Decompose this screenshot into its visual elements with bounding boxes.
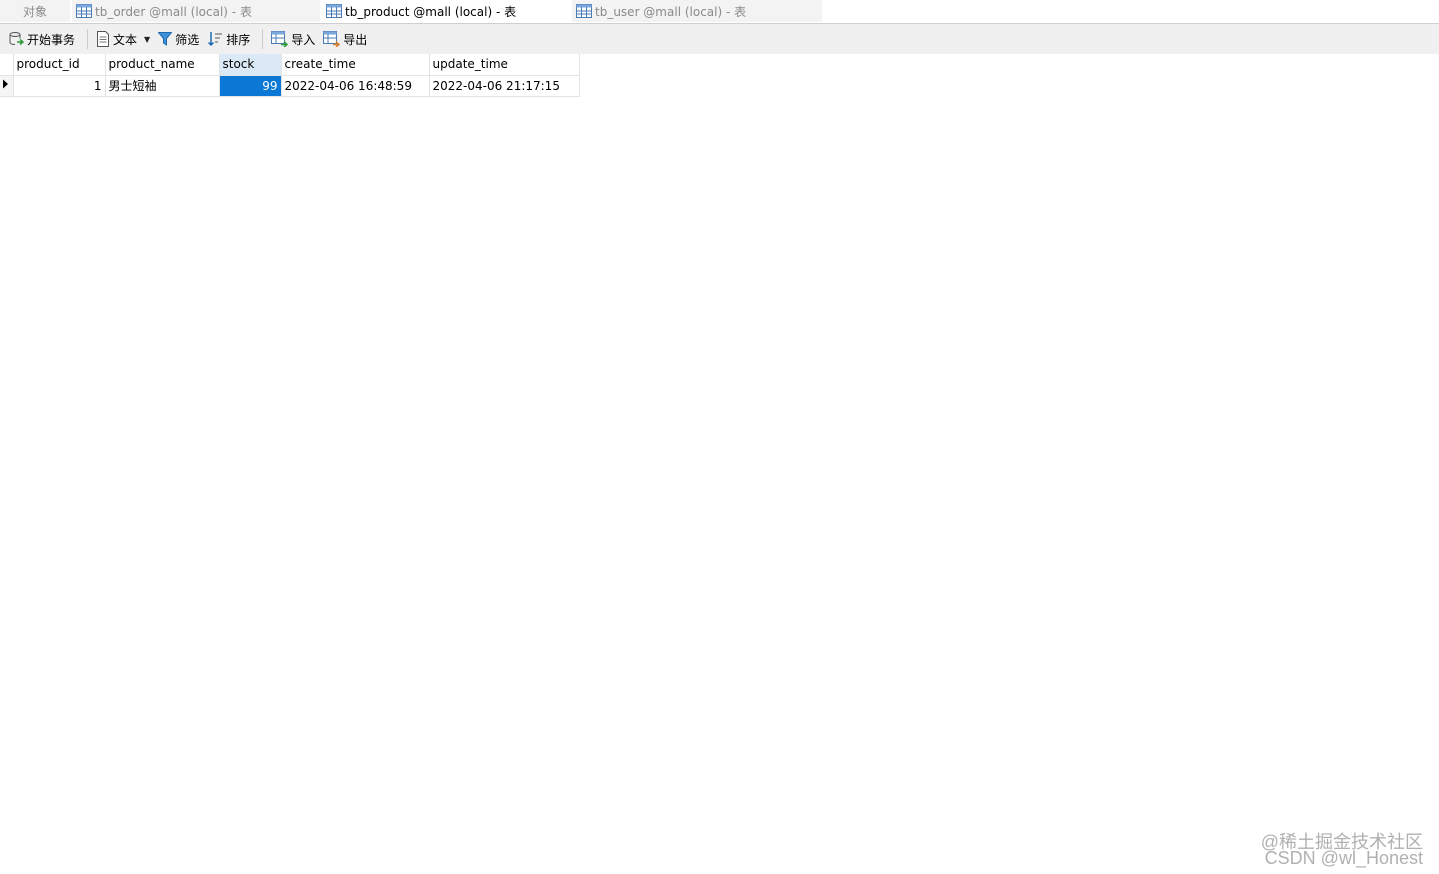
text-label: 文本 (113, 32, 138, 47)
cell-update-time[interactable]: 2022-04-06 21:17:15 (429, 75, 580, 97)
begin-transaction-button[interactable]: 开始事务 (5, 27, 78, 51)
cell-product-id[interactable]: 1 (13, 75, 106, 97)
column-header-product-id[interactable]: product_id (13, 54, 106, 76)
data-grid: product_id product_name stock create_tim… (0, 54, 580, 97)
tab-tb-product[interactable]: tb_product @mall (local) - 表 (322, 0, 570, 22)
column-header-update-time[interactable]: update_time (429, 54, 580, 76)
tab-objects[interactable]: 对象 (0, 0, 70, 22)
table-icon (76, 4, 92, 18)
sort-label: 排序 (226, 32, 251, 47)
watermark-line-2: CSDN @wl_Honest (1264, 848, 1423, 868)
column-header-stock[interactable]: stock (219, 54, 282, 76)
import-icon (271, 31, 289, 47)
chevron-down-icon[interactable]: ▼ (144, 35, 150, 44)
tab-tb-user[interactable]: tb_user @mall (local) - 表 (572, 0, 822, 22)
navicat-window: 对象 tb_order @mall (local) - 表 tb_product… (0, 0, 1439, 874)
tab-objects-label: 对象 (22, 4, 47, 19)
tab-bar: 对象 tb_order @mall (local) - 表 tb_product… (0, 0, 1439, 24)
tab-tb-product-label: tb_product @mall (local) - 表 (345, 4, 517, 19)
tab-tb-user-label: tb_user @mall (local) - 表 (595, 4, 747, 19)
toolbar-separator (87, 29, 89, 49)
table-icon (326, 4, 342, 18)
filter-label: 筛选 (175, 32, 200, 47)
document-icon (97, 31, 110, 47)
cell-product-name[interactable]: 男士短袖 (105, 75, 220, 97)
row-indicator-header (0, 54, 14, 76)
filter-button[interactable]: 筛选 (155, 27, 202, 51)
table-icon (576, 4, 592, 18)
sort-button[interactable]: 排序 (204, 27, 253, 51)
toolbar-separator (262, 29, 264, 49)
export-icon (323, 31, 341, 47)
export-button[interactable]: 导出 (320, 27, 370, 51)
sort-icon (208, 32, 223, 47)
import-label: 导入 (291, 32, 316, 47)
tab-tb-order[interactable]: tb_order @mall (local) - 表 (72, 0, 320, 22)
filter-icon (158, 32, 173, 46)
cell-stock-selected[interactable]: 99 (219, 75, 282, 97)
text-button[interactable]: 文本 ▼ (93, 27, 153, 51)
column-header-create-time[interactable]: create_time (281, 54, 430, 76)
toolbar: 开始事务 文本 ▼ 筛选 排序 导入 导出 (0, 24, 1439, 54)
export-label: 导出 (343, 32, 368, 47)
column-header-product-name[interactable]: product_name (105, 54, 220, 76)
import-button[interactable]: 导入 (268, 27, 318, 51)
watermark: @稀土掘金技术社区 CSDN @wl_Honest (1261, 833, 1423, 868)
current-row-indicator-icon[interactable] (0, 75, 14, 97)
begin-transaction-label: 开始事务 (27, 32, 76, 47)
header-row: product_id product_name stock create_tim… (0, 54, 580, 76)
table-row[interactable]: 1 男士短袖 99 2022-04-06 16:48:59 2022-04-06… (0, 75, 580, 97)
cell-create-time[interactable]: 2022-04-06 16:48:59 (281, 75, 430, 97)
tab-tb-order-label: tb_order @mall (local) - 表 (95, 4, 252, 19)
transaction-icon (9, 32, 24, 46)
